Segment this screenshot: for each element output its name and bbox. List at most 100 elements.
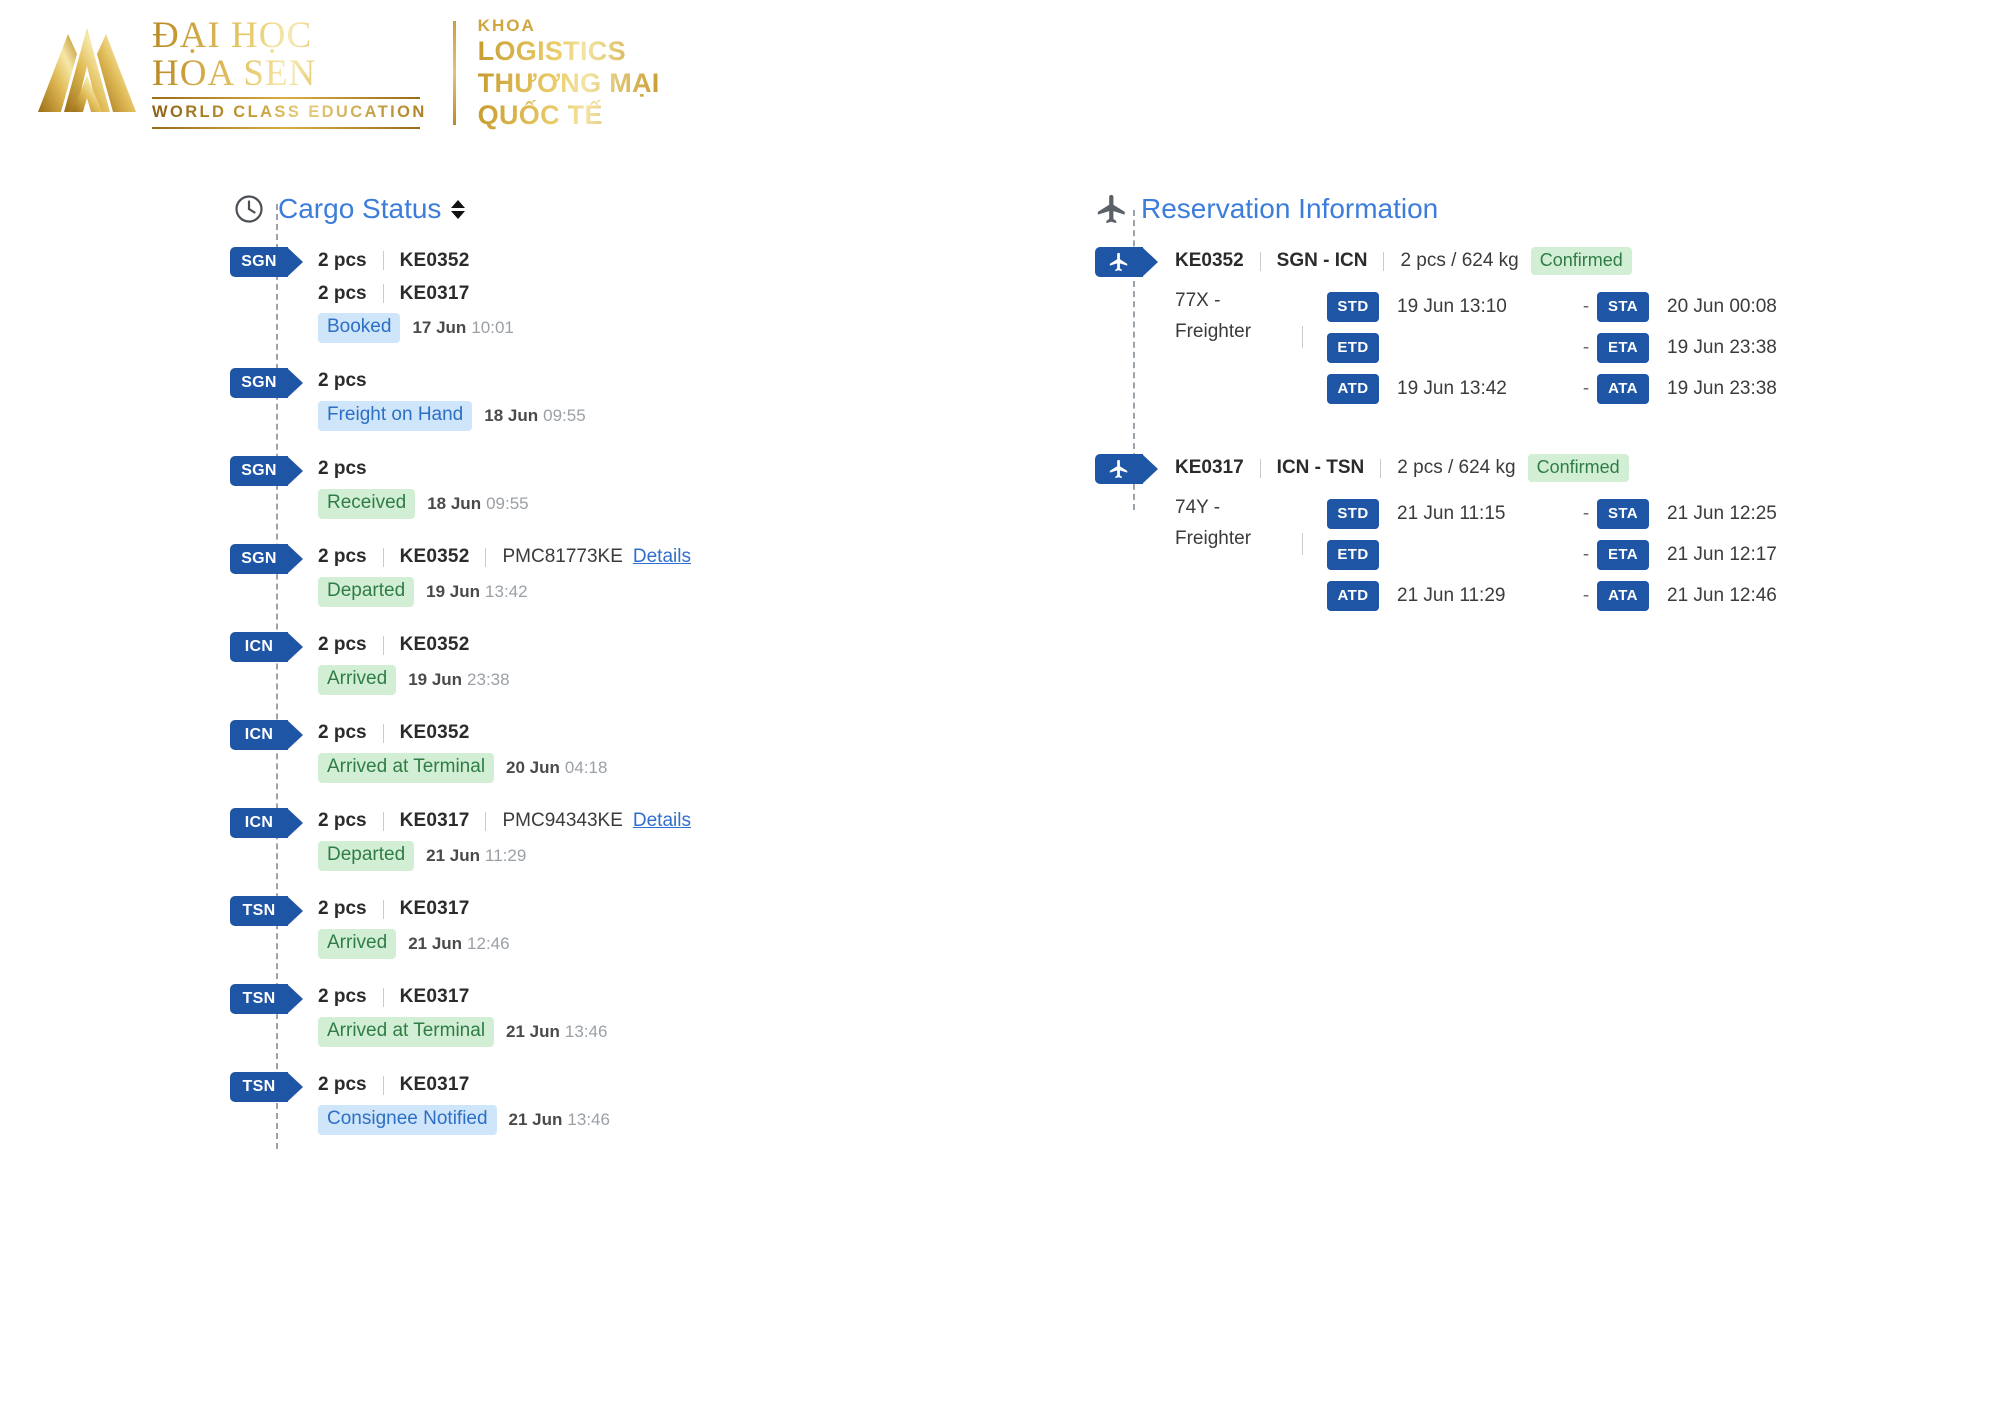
route: SGN - ICN: [1276, 250, 1368, 271]
department-line1: LOGISTICS: [478, 36, 660, 68]
reservation-segment-row: KE0352 SGN - ICN 2 pcs / 624 kg Confirmed 77…: [1095, 244, 1855, 409]
status-badge: Freight on Hand: [318, 400, 473, 431]
time-range-dash: -: [1582, 336, 1590, 358]
cargo-event-row: ICN 2 pcs KE0352 Arrived at Terminal 20 Jun 0…: [230, 717, 992, 783]
university-name-line1: ĐẠI HỌC: [152, 17, 427, 55]
aircraft-type: 74Y - Freighter: [1175, 493, 1305, 616]
station-badge: SGN: [230, 455, 303, 486]
field-separator: [1380, 458, 1382, 478]
status-badge: Arrived: [318, 928, 397, 959]
cargo-event-row: SGN 2 pcs KE0352 2 pcs KE0317 Booked 17 Jun 10:…: [230, 244, 992, 343]
schedule-time-grid: STD 19 Jun 13:10- STA 20 Jun 00:08 ETD - ETA 19…: [1327, 286, 1777, 409]
details-link[interactable]: Details: [633, 546, 691, 568]
aircraft-type-line2: Freighter: [1175, 527, 1252, 549]
cargo-event-body: 2 pcs KE0317 Arrived 21 Jun 12:46: [318, 893, 992, 959]
university-wordmark: ĐẠI HỌC HOA SEN WORLD CLASS EDUCATION: [152, 17, 427, 130]
piece-count: 2 pcs: [318, 898, 367, 920]
time-range-dash: -: [1582, 543, 1590, 565]
brand-header: ĐẠI HỌC HOA SEN WORLD CLASS EDUCATION KH…: [28, 8, 660, 138]
cargo-event-line: 2 pcs KE0317 PMC94343KE Details: [318, 805, 992, 838]
time-range-dash: -: [1582, 377, 1590, 399]
department-prefix: KHOA: [477, 15, 536, 35]
status-badge: Departed: [318, 576, 415, 607]
field-separator: [1259, 458, 1261, 478]
reservation-status-badge: Confirmed: [1530, 246, 1632, 276]
cargo-status-line: Arrived 19 Jun 23:38: [318, 664, 992, 695]
time-range-dash: -: [1582, 502, 1590, 524]
field-separator: [485, 811, 487, 831]
cargo-event-body: 2 pcs KE0352 Arrived at Terminal 20 Jun 04:1…: [318, 717, 992, 783]
departure-time-label: STD: [1327, 291, 1379, 322]
event-date: 21 Jun: [408, 933, 463, 953]
event-time: 13:42: [485, 581, 528, 601]
flight-number: KE0352: [399, 722, 470, 744]
station-badge: SGN: [230, 367, 303, 398]
event-date: 18 Jun: [427, 493, 482, 513]
cargo-event-line: 2 pcs KE0317: [318, 277, 992, 310]
event-timestamp: 17 Jun 10:01: [412, 318, 513, 338]
event-time: 12:46: [467, 933, 510, 953]
cargo-status-line: Consignee Notified 21 Jun 13:46: [318, 1104, 992, 1135]
aircraft-type: 77X - Freighter: [1175, 286, 1305, 409]
event-date: 19 Jun: [426, 581, 481, 601]
cargo-status-line: Arrived 21 Jun 12:46: [318, 928, 992, 959]
cargo-event-row: ICN 2 pcs KE0317 PMC94343KE Details Departed 2…: [230, 805, 992, 871]
flight-number: KE0317: [399, 282, 470, 304]
station-badge: SGN: [230, 543, 303, 574]
station-badge: ICN: [230, 807, 303, 838]
piece-count: 2 pcs: [318, 458, 367, 480]
sort-updown-icon[interactable]: [451, 199, 466, 219]
uld-number: PMC94343KE: [502, 810, 623, 832]
cargo-status-line: Freight on Hand 18 Jun 09:55: [318, 400, 992, 431]
reservation-header: Reservation Information: [1095, 186, 1855, 232]
cargo-status-panel: Cargo Status SGN 2 pcs KE0352 2 pcs KE0317 Bo…: [230, 186, 992, 1157]
reservation-segment-header: KE0352 SGN - ICN 2 pcs / 624 kg Confirmed: [1175, 244, 1855, 278]
departure-time-label: ATD: [1327, 373, 1379, 404]
cargo-event-body: 2 pcs KE0317 Arrived at Terminal 21 Jun 13:4…: [318, 981, 992, 1047]
departure-time-value: 21 Jun 11:15: [1397, 502, 1506, 524]
event-date: 17 Jun: [412, 317, 467, 337]
department-line3: QUỐC TẾ: [478, 100, 660, 132]
details-link[interactable]: Details: [633, 810, 691, 832]
event-timestamp: 21 Jun 12:46: [408, 934, 509, 954]
piece-count: 2 pcs: [318, 634, 367, 656]
department-wordmark: KHOA LOGISTICS THƯƠNG MẠI QUỐC TẾ: [478, 15, 660, 132]
hoa-sen-lotus-logo-icon: [28, 14, 146, 132]
event-date: 21 Jun: [508, 1109, 563, 1129]
event-date: 20 Jun: [506, 757, 560, 777]
reservation-status-badge: Confirmed: [1527, 453, 1629, 483]
cargo-event-body: 2 pcs KE0317 PMC94343KE Details Departed 21 J…: [318, 805, 992, 871]
status-badge: Arrived: [318, 664, 397, 695]
event-time: 13:46: [564, 1021, 608, 1041]
cargo-event-body: 2 pcs KE0352 2 pcs KE0317 Booked 17 Jun 10:01: [318, 244, 992, 343]
status-badge: Booked: [318, 313, 401, 343]
arrival-time-value: 19 Jun 23:38: [1667, 336, 1777, 358]
aircraft-type-line1: 77X -: [1175, 290, 1221, 311]
airplane-badge-icon: [1095, 247, 1158, 277]
cargo-event-line: 2 pcs KE0317: [318, 893, 992, 926]
cargo-event-row: ICN 2 pcs KE0352 Arrived 19 Jun 23:38: [230, 629, 992, 695]
departure-time-value: 19 Jun 13:10: [1397, 295, 1507, 317]
cargo-status-line: Received 18 Jun 09:55: [318, 488, 992, 519]
departure-time-label: ETD: [1327, 332, 1379, 363]
event-timestamp: 19 Jun 23:38: [408, 670, 509, 690]
event-time: 09:55: [486, 493, 529, 513]
arrival-time-value: 21 Jun 12:17: [1667, 543, 1777, 565]
logo-divider-rule-bottom: [152, 127, 420, 130]
status-badge: Arrived at Terminal: [318, 752, 495, 783]
event-date: 18 Jun: [484, 405, 539, 425]
airplane-icon: [1095, 192, 1129, 226]
logo-divider-rule-top: [152, 97, 420, 100]
field-separator: [382, 547, 384, 567]
cargo-event-line: 2 pcs KE0352 PMC81773KE Details: [318, 541, 992, 574]
cargo-status-line: Departed 21 Jun 11:29: [318, 840, 992, 871]
field-separator: [1259, 251, 1261, 271]
flight-number: KE0352: [399, 546, 470, 568]
cargo-status-line: Departed 19 Jun 13:42: [318, 576, 992, 607]
aircraft-type-line1: 74Y -: [1175, 497, 1221, 518]
flight-number: KE0317: [399, 1074, 470, 1096]
aircraft-type-line2: Freighter: [1175, 320, 1252, 342]
uld-number: PMC81773KE: [502, 546, 623, 568]
arrival-time-label: ATA: [1597, 580, 1649, 611]
status-badge: Departed: [318, 840, 415, 871]
